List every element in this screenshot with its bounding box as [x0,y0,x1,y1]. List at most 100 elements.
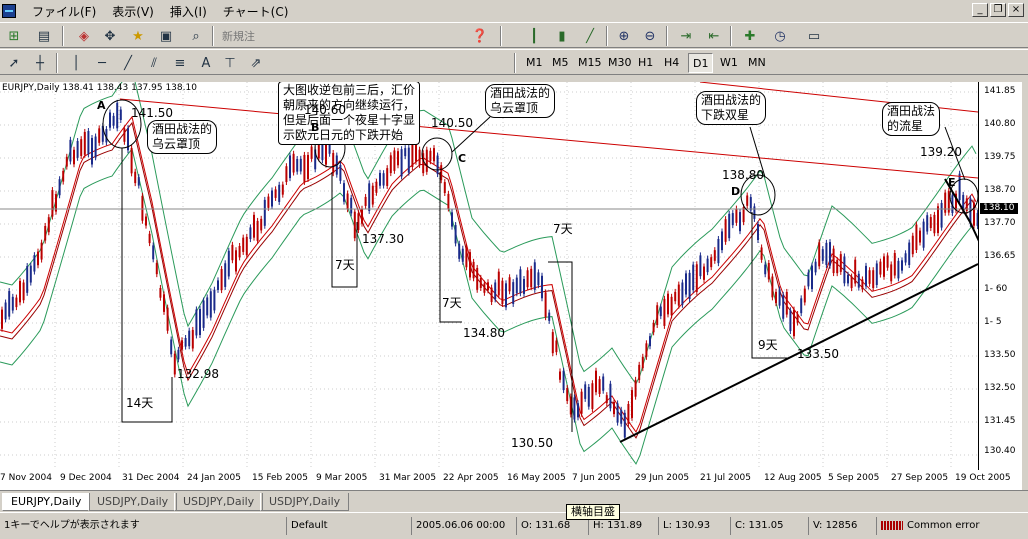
cursor-icon[interactable]: ➚ [4,53,24,73]
chart-shift-icon[interactable]: ⇤ [704,26,724,46]
point-b-price: 140.60 [304,103,346,117]
candle-body [883,256,885,277]
candle-body [663,298,666,326]
date-tick: 21 Jul 2005 [700,473,751,483]
status-volume: V: 12856 [808,517,857,535]
tab-usdjpy-daily-3[interactable]: USDJPY,Daily [260,493,350,511]
new-order-button[interactable]: 新規注 [222,26,255,46]
menu-file[interactable]: ファイル(F) [24,3,104,20]
timeframe-m30[interactable]: M30 [604,53,636,73]
navigator-icon[interactable]: ★ [128,26,148,46]
candle-body [890,264,893,282]
candle-body [508,277,511,292]
tab-usdjpy-daily-1[interactable]: USDJPY,Daily [88,493,178,511]
candle-body [573,397,576,420]
candle-body [112,115,115,126]
candle-body [339,165,342,181]
candle-body [296,159,299,172]
tab-usdjpy-daily-2[interactable]: USDJPY,Daily [174,493,264,511]
new-chart-icon[interactable]: ⊞ [4,26,24,46]
candle-body [591,383,594,410]
date-tick: 31 Mar 2005 [379,473,437,483]
profiles-icon[interactable]: ▤ [34,26,54,46]
candle-body [843,256,846,284]
timeframe-m1[interactable]: M1 [522,53,547,73]
main-annotation-line: 示欧元日元的下跌开始 [283,128,404,142]
line-chart-icon[interactable]: ╱ [580,26,600,46]
trendline-icon[interactable]: ╱ [118,53,138,73]
label-icon[interactable]: ⊤ [220,53,240,73]
zoom-out-icon[interactable]: ⊖ [640,26,660,46]
auto-scroll-icon[interactable]: ⇥ [676,26,696,46]
horizontal-line-icon[interactable]: ─ [92,53,112,73]
timeframe-mn[interactable]: MN [744,53,770,73]
menu-insert[interactable]: 挿入(I) [162,3,215,20]
time-axis[interactable]: 7 Nov 2004 9 Dec 2004 31 Dec 2004 24 Jan… [0,470,1022,490]
help-icon[interactable]: ❓ [470,26,490,46]
timeframe-d1[interactable]: D1 [688,53,714,73]
market-watch-icon[interactable]: ◈ [74,26,94,46]
callout-c: 酒田战法的 乌云罩顶 [485,84,556,118]
tester-icon[interactable]: ⌕ [186,26,206,46]
terminal-icon[interactable]: ▣ [156,26,176,46]
duration-7a-label: 7天 [335,258,355,272]
timeframe-m5[interactable]: M5 [548,53,573,73]
channel-icon[interactable]: ⫽ [144,53,164,73]
app-icon[interactable] [2,4,16,18]
tab-eurjpy-daily[interactable]: EURJPY,Daily [2,493,91,511]
timeframe-h4[interactable]: H4 [660,53,683,73]
candle-body [458,243,461,259]
timeframe-w1[interactable]: W1 [716,53,742,73]
candle-body [731,213,734,226]
candle-body [40,242,43,260]
menu-chart[interactable]: チャート(C) [215,3,297,20]
candle-body [123,128,126,142]
main-annotation-box: 大图收逆包前三后，汇价 朝原来的方向继续运行， 但是后面一个夜星十字显 示欧元日… [278,82,421,145]
candle-body [397,151,399,166]
zoom-in-icon[interactable]: ⊕ [614,26,634,46]
price-tick: 133.50 [984,350,1016,360]
candle-body [425,149,428,172]
candle-body [760,247,763,260]
data-window-icon[interactable]: ✥ [100,26,120,46]
candle-body [80,139,83,156]
candle-body [717,238,720,264]
text-icon[interactable]: A [196,53,216,73]
candle-body [753,206,756,219]
toolbar-separator [62,26,64,46]
candle-body [260,218,263,231]
chart-canvas[interactable]: EURJPY,Daily 138.41 138.43 137.95 138.10… [0,82,978,470]
indicators-icon[interactable]: ✚ [740,26,760,46]
price-axis[interactable]: 141.85 140.80 139.75 138.70 137.70 136.6… [978,82,1022,470]
restore-button[interactable]: ❐ [990,3,1006,17]
low-label-2: 137.30 [362,232,404,246]
vertical-line-icon[interactable]: │ [66,53,86,73]
candle-body [382,173,385,186]
candle-body [188,330,191,347]
candlestick-icon[interactable]: ▮ [552,26,572,46]
menu-view[interactable]: 表示(V) [104,3,162,20]
candle-body [433,148,435,162]
candle-body [598,379,601,394]
timeframe-h1[interactable]: H1 [634,53,657,73]
minimize-button[interactable]: _ [972,3,988,17]
candle-body [235,250,237,272]
arrows-icon[interactable]: ⇗ [246,53,266,73]
crosshair-icon[interactable]: ┼ [30,53,50,73]
close-button[interactable]: × [1008,3,1024,17]
fibonacci-icon[interactable]: ≡ [170,53,190,73]
candle-body [721,231,723,251]
candle-body [332,152,335,174]
app-window: ファイル(F) 表示(V) 挿入(I) チャート(C) _ ❐ × ⊞ ▤ ◈ … [0,0,1028,539]
candle-body [836,260,839,274]
candle-body [674,291,677,302]
toolbar-separator [730,26,732,46]
status-low: L: 130.93 [658,517,710,535]
timeframe-m15[interactable]: M15 [574,53,606,73]
periods-icon[interactable]: ◷ [770,26,790,46]
bar-chart-icon[interactable]: ┃ [524,26,544,46]
candle-body [209,291,212,318]
templates-icon[interactable]: ▭ [804,26,824,46]
candle-body [497,271,500,296]
candle-body [559,371,561,380]
